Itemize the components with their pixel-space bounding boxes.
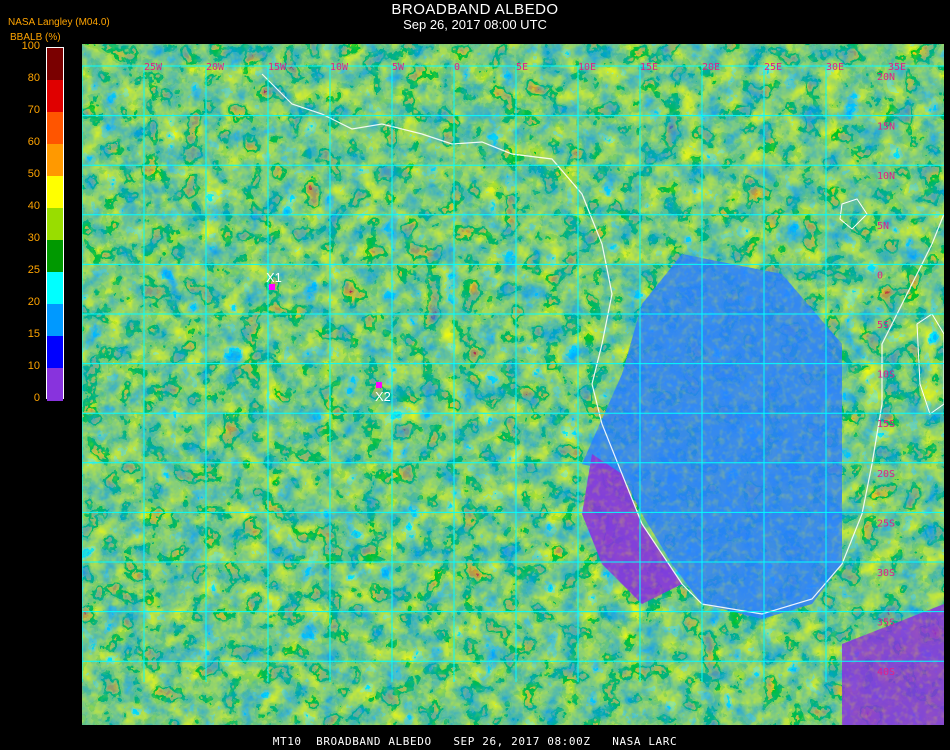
latitude-label: 20S: [877, 469, 895, 480]
station-marker-label: X1: [266, 270, 282, 285]
station-marker: [376, 382, 382, 388]
longitude-label: 10E: [578, 62, 596, 73]
latitude-label: 20N: [877, 72, 895, 83]
latitude-label: 10S: [877, 370, 895, 381]
longitude-label: 10W: [330, 62, 349, 73]
colorbar-tick-label: 30: [27, 232, 40, 244]
latitude-label: 15S: [877, 419, 895, 430]
latitude-label: 5S: [877, 320, 889, 331]
longitude-label: 25W: [144, 62, 163, 73]
colorbar-segment: [47, 80, 63, 113]
colorbar-segment: [47, 336, 63, 369]
longitude-label: 0: [454, 62, 460, 73]
colorbar-segment: [47, 240, 63, 273]
footer-text: MT10 BROADBAND ALBEDO SEP 26, 2017 08:00…: [272, 735, 678, 748]
latitude-label: 35S: [877, 618, 895, 629]
latitude-label: 30S: [877, 568, 895, 579]
longitude-label: 5E: [516, 62, 528, 73]
latitude-label: 25S: [877, 518, 895, 529]
longitude-label: 20E: [702, 62, 720, 73]
chart-title: BROADBAND ALBEDO: [391, 1, 559, 18]
colorbar: [46, 47, 64, 401]
longitude-label: 20W: [206, 62, 225, 73]
longitude-label: 15E: [640, 62, 658, 73]
source-label: NASA Langley (M04.0): [8, 17, 110, 28]
longitude-label: 5W: [392, 62, 405, 73]
colorbar-segment: [47, 48, 63, 81]
longitude-label: 15W: [268, 62, 287, 73]
colorbar-tick-label: 10: [27, 360, 40, 372]
colorbar-tick-label: 40: [27, 200, 40, 212]
colorbar-tick-label: 0: [33, 392, 40, 404]
colorbar-tick-label: 60: [27, 136, 40, 148]
albedo-map: 25W 20W 15W 10W 5W 0 5E 10E 15E 20E 25E 30E 35E20N15…: [82, 44, 944, 725]
latitude-label: 40S: [877, 667, 895, 678]
colorbar-segment: [47, 176, 63, 209]
colorbar-segment: [47, 208, 63, 241]
colorbar-tick-label: 80: [27, 72, 40, 84]
colorbar-segment: [47, 368, 63, 401]
colorbar-segment: [47, 112, 63, 145]
colorbar-tick-label: 20: [27, 296, 40, 308]
latitude-label: 0: [877, 270, 883, 281]
colorbar-tick-label: 15: [27, 328, 40, 340]
station-marker-label: X2: [375, 389, 391, 404]
colorbar-segment: [47, 304, 63, 337]
colorbar-segment: [47, 272, 63, 305]
colorbar-tick-label: 70: [27, 104, 40, 116]
colorbar-tick-label: 25: [27, 264, 40, 276]
colorbar-tick-label: 100: [21, 40, 40, 52]
colorbar-segment: [47, 144, 63, 177]
chart-subtitle: Sep 26, 2017 08:00 UTC: [403, 17, 547, 32]
latitude-label: 15N: [877, 122, 895, 133]
longitude-label: 30E: [826, 62, 844, 73]
longitude-label: 25E: [764, 62, 782, 73]
latitude-label: 5N: [877, 221, 889, 232]
colorbar-tick-label: 50: [27, 168, 40, 180]
latitude-label: 10N: [877, 171, 895, 182]
